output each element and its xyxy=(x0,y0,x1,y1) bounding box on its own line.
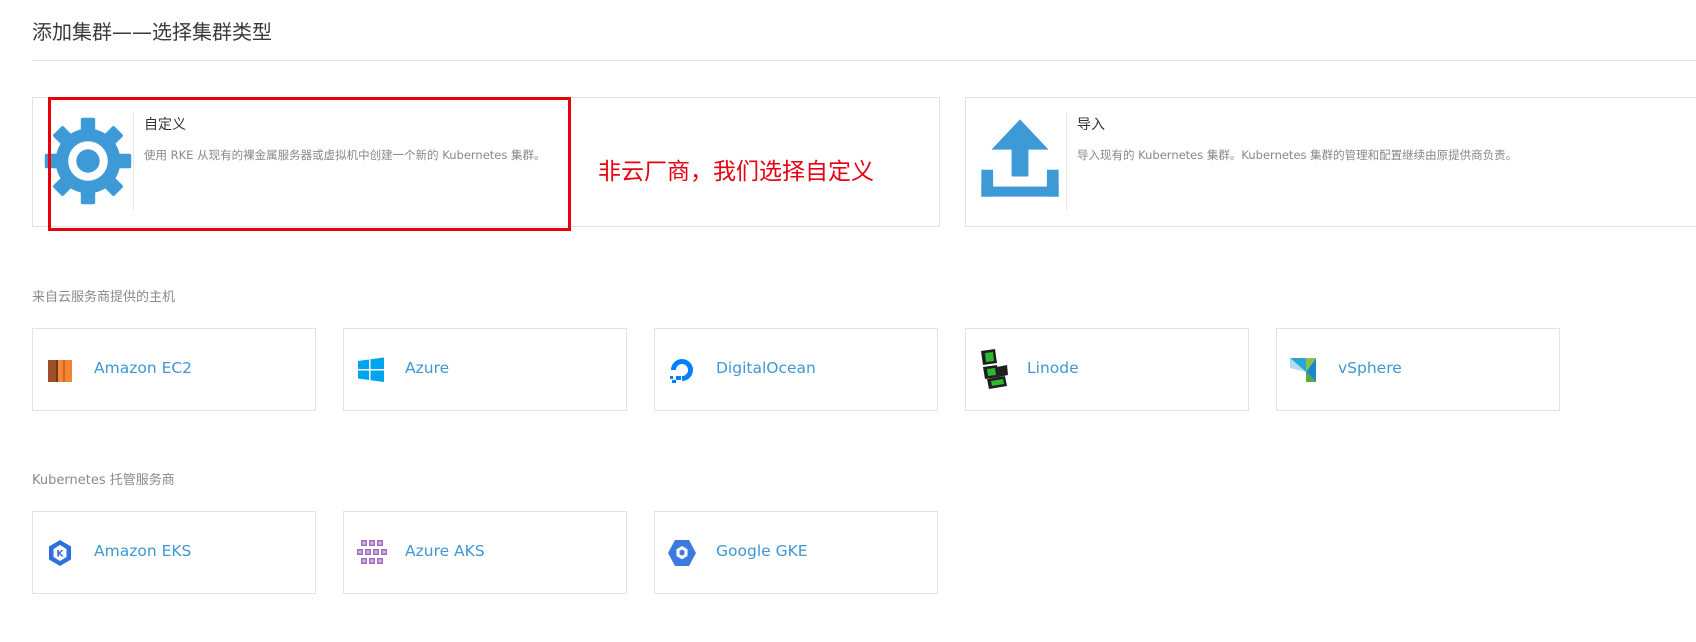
google-gke-icon xyxy=(666,537,698,569)
page-title: 添加集群——选择集群类型 xyxy=(32,20,272,44)
provider-label: Amazon EC2 xyxy=(94,359,193,377)
card-divider xyxy=(1066,112,1067,210)
linode-icon xyxy=(977,349,1009,389)
vsphere-icon xyxy=(1288,354,1320,386)
import-cluster-card[interactable]: 导入 导入现有的 Kubernetes 集群。Kubernetes 集群的管理和… xyxy=(965,97,1696,227)
provider-label: Linode xyxy=(1027,359,1079,377)
azure-icon xyxy=(355,354,387,386)
provider-label: Google GKE xyxy=(716,542,808,560)
provider-card-vsphere[interactable]: vSphere xyxy=(1276,328,1560,411)
upload-icon xyxy=(976,116,1074,214)
amazon-eks-icon: K xyxy=(44,537,76,569)
annotation-text: 非云厂商，我们选择自定义 xyxy=(598,159,874,185)
provider-label: vSphere xyxy=(1338,359,1402,377)
custom-card-title: 自定义 xyxy=(144,117,186,133)
import-card-title: 导入 xyxy=(1077,117,1105,133)
provider-card-azure-aks[interactable]: Azure AKS xyxy=(343,511,627,594)
digitalocean-icon xyxy=(666,354,698,386)
provider-card-azure[interactable]: Azure xyxy=(343,328,627,411)
svg-text:K: K xyxy=(57,550,65,560)
provider-card-linode[interactable]: Linode xyxy=(965,328,1249,411)
provider-card-amazon-ec2[interactable]: Amazon EC2 xyxy=(32,328,316,411)
provider-card-google-gke[interactable]: Google GKE xyxy=(654,511,938,594)
provider-label: Azure AKS xyxy=(405,542,485,560)
custom-card-description: 使用 RKE 从现有的裸金属服务器或虚拟机中创建一个新的 Kubernetes … xyxy=(144,148,546,162)
provider-label: DigitalOcean xyxy=(716,359,816,377)
import-card-description: 导入现有的 Kubernetes 集群。Kubernetes 集群的管理和配置继… xyxy=(1077,148,1518,162)
title-divider xyxy=(32,60,1696,61)
amazon-ec2-icon xyxy=(44,354,76,386)
card-divider xyxy=(133,112,134,210)
provider-card-digitalocean[interactable]: DigitalOcean xyxy=(654,328,938,411)
provider-card-amazon-eks[interactable]: K Amazon EKS xyxy=(32,511,316,594)
gear-icon xyxy=(43,116,141,214)
azure-aks-icon xyxy=(355,537,387,569)
provider-label: Azure xyxy=(405,359,450,377)
provider-label: Amazon EKS xyxy=(94,542,192,560)
cloud-hosts-label: 来自云服务商提供的主机 xyxy=(32,290,176,305)
k8s-services-label: Kubernetes 托管服务商 xyxy=(32,473,175,488)
